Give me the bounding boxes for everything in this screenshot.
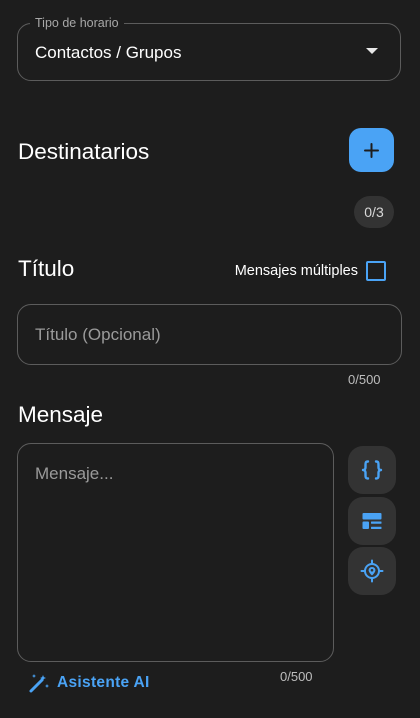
insert-template-button[interactable] [348,497,396,545]
template-icon [362,513,382,529]
schedule-type-label: Tipo de horario [30,15,124,31]
recipients-count-badge: 0/3 [354,196,394,228]
add-recipient-button[interactable] [349,128,394,172]
dropdown-arrow-icon [366,48,378,54]
ai-assistant-label: Asistente AI [57,674,150,691]
location-target-icon [360,559,384,583]
title-section-heading: Título [18,256,75,281]
plus-icon [364,143,379,158]
insert-location-button[interactable] [348,547,396,595]
curly-braces-icon [361,460,383,480]
message-input[interactable] [17,443,334,662]
recipients-title: Destinatarios [18,139,150,164]
schedule-type-value: Contactos / Grupos [35,43,182,62]
insert-variable-button[interactable] [348,446,396,494]
multiple-messages-checkbox[interactable] [366,261,386,281]
title-char-counter: 0/500 [348,372,381,387]
ai-assistant-button[interactable]: Asistente AI [28,670,150,696]
message-section-heading: Mensaje [18,402,104,427]
message-char-counter: 0/500 [280,669,313,684]
magic-wand-icon [29,674,49,693]
schedule-type-select[interactable]: Tipo de horario Contactos / Grupos [17,15,401,81]
multiple-messages-label: Mensajes múltiples [234,263,358,279]
title-input[interactable] [17,304,402,365]
